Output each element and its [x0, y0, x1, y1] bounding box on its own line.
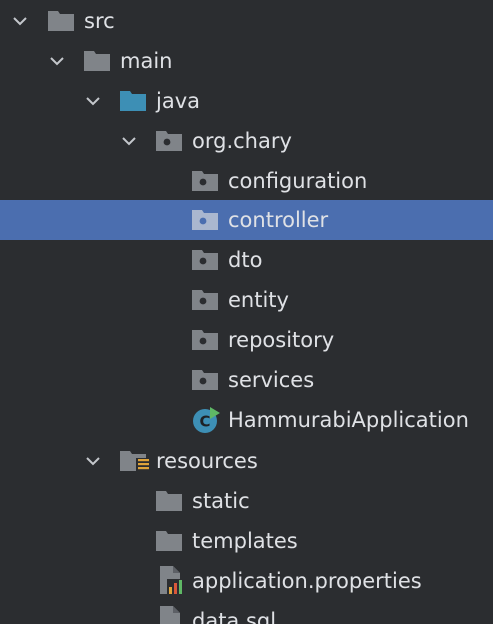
tree-node-label: controller — [228, 208, 329, 232]
tree-node-label: HammurabiApplication — [228, 408, 469, 432]
package-icon — [192, 170, 218, 192]
source-folder-icon — [120, 90, 146, 112]
tree-node-main[interactable]: main — [0, 41, 493, 81]
package-icon — [192, 209, 218, 231]
chevron-down-icon[interactable] — [49, 53, 65, 69]
properties-file-icon — [158, 565, 186, 595]
tree-node-label: services — [228, 368, 315, 392]
tree-node-dto[interactable]: dto — [0, 240, 493, 280]
package-icon — [192, 289, 218, 311]
tree-node-repository[interactable]: repository — [0, 320, 493, 360]
tree-node-application-properties[interactable]: application.properties — [0, 561, 493, 601]
package-icon — [192, 249, 218, 271]
tree-node-resources[interactable]: resources — [0, 441, 493, 481]
tree-node-controller[interactable]: controller — [0, 200, 493, 240]
tree-node-label: static — [192, 489, 250, 513]
tree-node-label: resources — [156, 449, 258, 473]
folder-icon — [156, 530, 182, 552]
tree-node-java[interactable]: java — [0, 81, 493, 121]
tree-node-data-sql[interactable]: data.sql — [0, 601, 493, 624]
tree-node-label: src — [84, 9, 115, 33]
svg-text:C: C — [199, 413, 210, 431]
tree-node-label: application.properties — [192, 569, 422, 593]
tree-node-label: data.sql — [192, 609, 277, 624]
spring-class-icon: C — [192, 406, 222, 434]
tree-node-label: dto — [228, 248, 263, 272]
resources-folder-icon — [120, 450, 152, 472]
tree-node-label: templates — [192, 529, 298, 553]
tree-node-configuration[interactable]: configuration — [0, 161, 493, 201]
tree-node-label: org.chary — [192, 129, 292, 153]
tree-node-src[interactable]: src — [0, 1, 493, 41]
folder-icon — [156, 490, 182, 512]
tree-node-org-chary[interactable]: org.chary — [0, 121, 493, 161]
tree-node-hammurabi-application[interactable]: C HammurabiApplication — [0, 400, 493, 440]
folder-icon — [48, 10, 74, 32]
tree-node-label: configuration — [228, 169, 368, 193]
tree-node-label: java — [156, 89, 200, 113]
sql-file-icon — [158, 605, 186, 624]
package-icon — [192, 329, 218, 351]
chevron-down-icon[interactable] — [85, 453, 101, 469]
tree-node-services[interactable]: services — [0, 360, 493, 400]
chevron-down-icon[interactable] — [12, 13, 28, 29]
tree-node-label: main — [120, 49, 173, 73]
chevron-down-icon[interactable] — [121, 133, 137, 149]
tree-node-static[interactable]: static — [0, 481, 493, 521]
package-icon — [156, 130, 182, 152]
tree-node-templates[interactable]: templates — [0, 521, 493, 561]
folder-icon — [84, 50, 110, 72]
chevron-down-icon[interactable] — [85, 93, 101, 109]
tree-node-label: repository — [228, 328, 335, 352]
package-icon — [192, 369, 218, 391]
project-tree: src main java org.chary configuration co… — [0, 0, 493, 624]
tree-node-label: entity — [228, 288, 289, 312]
tree-node-entity[interactable]: entity — [0, 280, 493, 320]
